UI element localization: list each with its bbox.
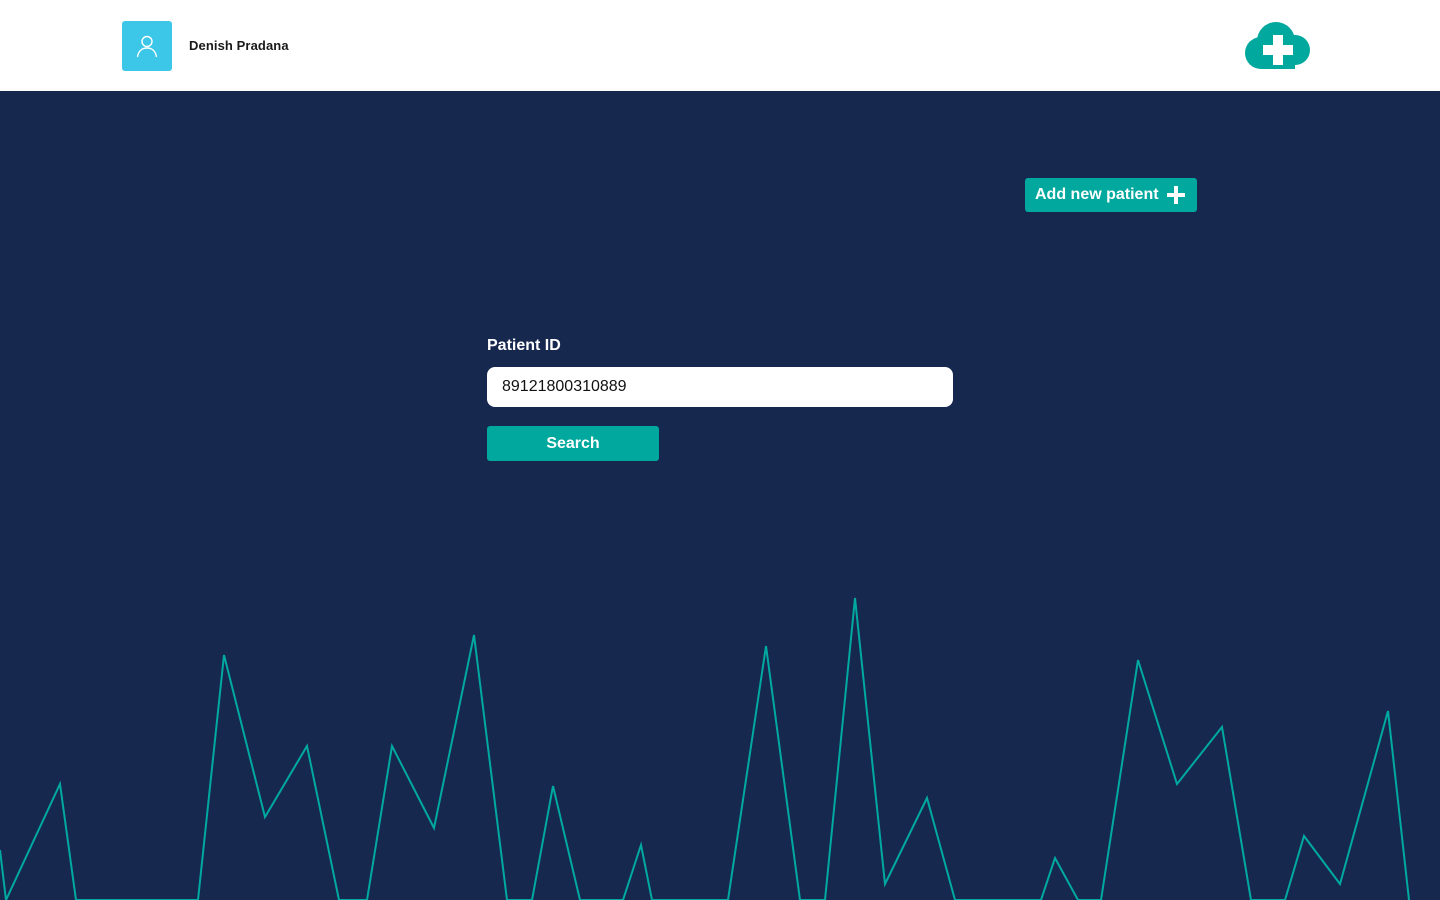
avatar[interactable] — [122, 21, 172, 71]
plus-icon — [1167, 186, 1185, 204]
cloud-plus-icon — [1245, 22, 1310, 69]
user-icon — [136, 35, 158, 58]
heartbeat-line-decoration — [0, 597, 1410, 900]
patient-id-label: Patient ID — [487, 337, 561, 354]
top-bar: Denish Pradana — [0, 0, 1440, 91]
user-name: Denish Pradana — [189, 38, 289, 53]
add-new-patient-label: Add new patient — [1035, 186, 1159, 203]
heartbeat-line — [0, 597, 1410, 900]
search-button[interactable]: Search — [487, 426, 659, 461]
add-new-patient-button[interactable]: Add new patient — [1025, 178, 1197, 212]
patient-id-input[interactable] — [487, 367, 953, 407]
